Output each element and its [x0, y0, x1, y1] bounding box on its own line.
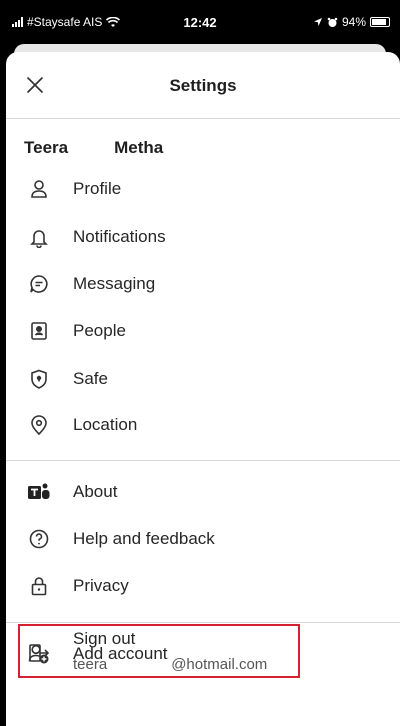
account-email-user: teera: [73, 656, 108, 673]
divider: [6, 622, 400, 623]
menu-item-notifications[interactable]: Notifications: [6, 217, 400, 257]
question-circle-icon: [26, 526, 52, 552]
menu-item-help-and-feedback[interactable]: Help and feedback: [6, 519, 400, 559]
sign-out-button[interactable]: Sign out teera @hotmail.com: [18, 624, 300, 678]
user-name: Teera Metha: [24, 138, 163, 158]
lock-icon: [26, 573, 52, 599]
status-bar: #Staysafe AIS 12:42 94%: [0, 0, 400, 46]
battery-percent: 94%: [341, 15, 366, 29]
bell-icon: [26, 224, 52, 250]
account-email: teera @hotmail.com: [73, 656, 267, 673]
location-arrow-icon: [313, 18, 322, 26]
menu-label-privacy: Privacy: [73, 576, 129, 595]
menu-item-profile[interactable]: Profile: [6, 169, 400, 209]
status-right: 94%: [313, 15, 390, 29]
menu-label-about: About: [73, 482, 118, 501]
contacts-icon: [26, 318, 52, 344]
menu-item-messaging[interactable]: Messaging: [6, 264, 400, 304]
menu-item-safe[interactable]: Safe: [6, 359, 400, 399]
person-icon: [26, 176, 52, 202]
menu-label-people: People: [73, 321, 126, 340]
sign-out-label: Sign out: [73, 629, 136, 648]
menu-label-safe: Safe: [73, 369, 108, 388]
account-email-domain: @hotmail.com: [171, 656, 268, 673]
chat-bubble-icon: [26, 271, 52, 297]
battery-icon: [370, 17, 390, 27]
settings-sheet: Settings Teera Metha Profile Notification…: [6, 52, 400, 726]
menu-label-profile: Profile: [73, 179, 122, 198]
shield-icon: [26, 366, 52, 392]
user-last-name: Metha: [114, 138, 164, 157]
sign-out-icon: [26, 640, 52, 666]
divider: [6, 460, 400, 461]
menu-item-people[interactable]: People: [6, 311, 400, 351]
menu-item-privacy[interactable]: Privacy: [6, 566, 400, 606]
menu-label-help-and-feedback: Help and feedback: [73, 529, 215, 548]
menu-label-location: Location: [73, 415, 138, 434]
menu-label-notifications: Notifications: [73, 227, 166, 246]
settings-header: Settings: [6, 52, 400, 119]
teams-logo-icon: [26, 479, 52, 505]
user-first-name: Teera: [24, 138, 69, 157]
menu-item-location[interactable]: Location: [6, 405, 400, 445]
location-pin-icon: [26, 412, 52, 438]
menu-item-about[interactable]: About: [6, 472, 400, 512]
alarm-icon: [327, 17, 338, 27]
page-title: Settings: [169, 76, 237, 95]
menu-label-messaging: Messaging: [73, 274, 156, 293]
